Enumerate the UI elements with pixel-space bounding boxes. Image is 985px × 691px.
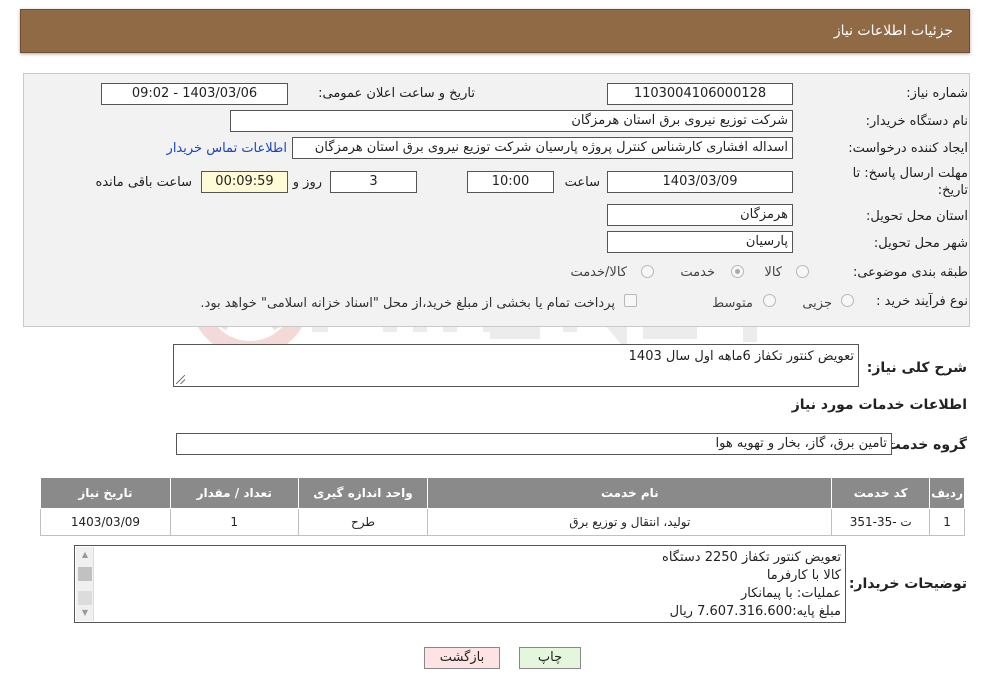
back-button[interactable]: بازگشت	[424, 647, 500, 669]
summary-textarea[interactable]: تعویض کنتور تکفاز 6ماهه اول سال 1403	[173, 344, 859, 387]
creator-field: اسداله افشاری کارشناس کنترل پروژه پارسیا…	[292, 137, 793, 159]
deadline-label: مهلت ارسال پاسخ: تا	[852, 166, 968, 181]
services-section-title: اطلاعات خدمات مورد نیاز	[791, 397, 967, 413]
cell-name: تولید، انتقال و توزیع برق	[427, 508, 833, 536]
cell-code: ت -35-351	[831, 508, 931, 536]
buyer-label: نام دستگاه خریدار:	[865, 114, 968, 129]
services-table: ردیف کد خدمت نام خدمت واحد اندازه گیری ت…	[40, 477, 965, 536]
treasury-payment-checkbox[interactable]	[624, 294, 637, 307]
process-minor-label: جزیی	[802, 296, 832, 311]
scroll-down-icon[interactable]: ▼	[76, 607, 94, 619]
table-header-row: ردیف کد خدمت نام خدمت واحد اندازه گیری ت…	[40, 477, 965, 509]
print-button[interactable]: چاپ	[519, 647, 581, 669]
deadline-date-field: 1403/03/09	[607, 171, 793, 193]
buyer-notes-textarea[interactable]: ▲ ▼ تعویض کنتور تکفاز 2250 دستگاه کالا ب…	[74, 545, 846, 623]
category-label: طبقه بندی موضوعی:	[852, 265, 968, 280]
summary-text: تعویض کنتور تکفاز 6ماهه اول سال 1403	[628, 349, 854, 364]
cell-qty: 1	[169, 508, 299, 536]
category-service-radio[interactable]	[731, 265, 744, 278]
buyer-contact-link[interactable]: اطلاعات تماس خریدار	[167, 141, 287, 156]
scroll-track-mark	[78, 591, 92, 605]
city-label: شهر محل تحویل:	[873, 236, 968, 251]
deadline-time-field: 10:00	[467, 171, 554, 193]
days-label: روز و	[292, 175, 322, 190]
col-unit-header: واحد اندازه گیری	[297, 477, 429, 509]
category-goods-service-label: کالا/خدمت	[570, 265, 627, 280]
service-group-label: گروه خدمت:	[881, 437, 967, 453]
buyer-notes-label: توضیحات خریدار:	[848, 576, 967, 592]
remaining-label: ساعت باقی مانده	[95, 175, 192, 190]
process-medium-label: متوسط	[712, 296, 753, 311]
buyer-notes-line: تعویض کنتور تکفاز 2250 دستگاه	[662, 550, 841, 565]
deadline-label-date: تاریخ:	[937, 183, 968, 198]
buyer-notes-line: عملیات: با پیمانکار	[741, 586, 841, 601]
col-date-header: تاریخ نیاز	[40, 477, 171, 509]
announce-field: 1403/03/06 - 09:02	[101, 83, 288, 105]
process-minor-radio[interactable]	[841, 294, 854, 307]
deadline-time-label: ساعت	[564, 175, 600, 190]
category-goods-radio[interactable]	[796, 265, 809, 278]
process-medium-radio[interactable]	[763, 294, 776, 307]
table-row: 1 ت -35-351 تولید، انتقال و توزیع برق طر…	[40, 508, 965, 536]
category-goods-label: کالا	[764, 265, 782, 280]
scroll-up-icon[interactable]: ▲	[76, 549, 94, 561]
buyer-notes-text: تعویض کنتور تکفاز 2250 دستگاه کالا با کا…	[97, 549, 841, 621]
creator-label: ایجاد کننده درخواست:	[848, 141, 968, 156]
buyer-notes-line: کالا با کارفرما	[766, 568, 841, 583]
need-number-label: شماره نیاز:	[906, 86, 968, 101]
col-name-header: نام خدمت	[427, 477, 833, 509]
service-group-field: تامین برق، گاز، بخار و تهویه هوا	[176, 433, 892, 455]
city-field: پارسیان	[607, 231, 793, 253]
remaining-time-field: 00:09:59	[201, 171, 288, 193]
category-service-label: خدمت	[680, 265, 715, 280]
cell-unit: طرح	[297, 508, 429, 536]
days-field: 3	[330, 171, 417, 193]
col-qty-header: تعداد / مقدار	[169, 477, 299, 509]
cell-row: 1	[929, 508, 965, 536]
resize-grip-icon[interactable]	[176, 375, 185, 384]
summary-label: شرح کلی نیاز:	[866, 360, 967, 376]
process-label: نوع فرآیند خرید :	[876, 294, 968, 309]
cell-date: 1403/03/09	[40, 508, 171, 536]
notes-scrollbar[interactable]: ▲ ▼	[76, 547, 94, 621]
announce-label: تاریخ و ساعت اعلان عمومی:	[318, 86, 475, 101]
col-row-header: ردیف	[929, 477, 965, 509]
category-goods-service-radio[interactable]	[641, 265, 654, 278]
province-label: استان محل تحویل:	[866, 209, 968, 224]
province-field: هرمزگان	[607, 204, 793, 226]
payment-note: پرداخت تمام یا بخشی از مبلغ خرید،از محل …	[200, 296, 615, 311]
col-code-header: کد خدمت	[831, 477, 931, 509]
services-table-wrapper: ردیف کد خدمت نام خدمت واحد اندازه گیری ت…	[40, 477, 965, 536]
buyer-notes-line: مبلغ پایه:7.607.316.600 ریال	[669, 604, 841, 619]
page-header: جزئیات اطلاعات نیاز	[20, 9, 970, 53]
scroll-thumb[interactable]	[78, 567, 92, 581]
page-title: جزئیات اطلاعات نیاز	[833, 23, 953, 39]
need-number-field: 1103004106000128	[607, 83, 793, 105]
buyer-field: شرکت توزیع نیروی برق استان هرمزگان	[230, 110, 793, 132]
